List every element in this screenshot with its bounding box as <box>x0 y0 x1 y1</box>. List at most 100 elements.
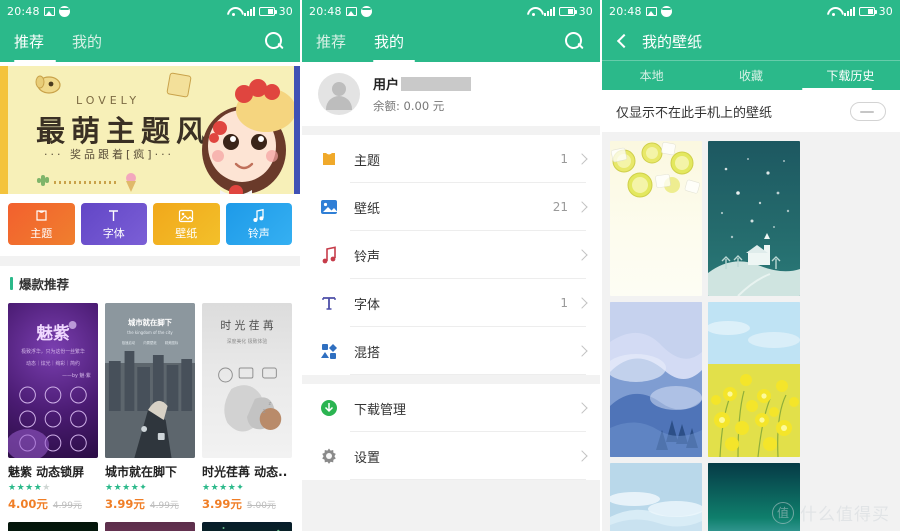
svg-text:魅紫: 魅紫 <box>36 323 69 343</box>
theme-rating: ★★★★✦ <box>202 483 245 493</box>
watermark: 值 什么值得买 <box>772 500 890 525</box>
banner-character-illustration <box>202 79 294 194</box>
menu-item-label: 主题 <box>354 153 381 169</box>
tab-local[interactable]: 本地 <box>602 67 701 84</box>
watermark-text: 什么值得买 <box>800 505 890 525</box>
tab-recommend[interactable]: 推荐 <box>14 31 44 54</box>
chevron-right-icon <box>576 450 588 462</box>
svg-text:极致浮华，只为这份一丝繁华: 极致浮华，只为这份一丝繁华 <box>21 348 85 355</box>
banner-decor-dog-icon <box>35 75 61 94</box>
profile-header[interactable]: 用户 余额: 0.00 元 <box>302 62 600 126</box>
status-bar-left: 20:48 <box>7 5 70 18</box>
row-divider <box>350 374 586 375</box>
battery-icon <box>258 6 277 16</box>
page-title: 我的壁纸 <box>642 32 703 51</box>
menu-item-label: 下载管理 <box>354 402 407 418</box>
promo-banner[interactable]: LOVELY 最萌主题风 ··· 奖品跟着[疯]··· <box>0 62 300 194</box>
menu-item-download-manager[interactable]: 下载管理 <box>302 384 600 432</box>
banner-decor-dots <box>54 181 118 184</box>
section-header-hot: 爆款推荐 <box>0 266 300 299</box>
theme-thumbnail: 魅紫 极致浮华，只为这份一丝繁华 动态｜炫光｜绚彩｜简约 ——by 魅·紫 <box>8 303 98 458</box>
category-theme[interactable]: 主题 <box>8 203 75 245</box>
app-bar-recommend: 推荐 我的 <box>0 22 300 62</box>
theme-thumbnail[interactable]: 魅之绿 <box>8 522 98 531</box>
search-icon[interactable] <box>564 31 586 53</box>
wallpaper-tab-bar: 本地 收藏 下载历史 <box>602 60 900 90</box>
menu-item-settings[interactable]: 设置 <box>302 432 600 480</box>
tab-mine[interactable]: 我的 <box>72 31 102 54</box>
tab-mine[interactable]: 我的 <box>374 31 404 54</box>
banner-prev-peek[interactable] <box>0 66 8 194</box>
wallpaper-thumb-snowy-field[interactable] <box>610 463 702 531</box>
menu-item-ringtone[interactable]: 铃声 <box>302 231 600 279</box>
tab-favorites[interactable]: 收藏 <box>701 67 800 84</box>
filter-toggle[interactable] <box>850 101 886 121</box>
banner-decor-icecream-icon <box>126 173 136 192</box>
profile-balance: 余额: 0.00 元 <box>373 99 445 113</box>
chevron-right-icon <box>576 249 588 261</box>
wallpaper-thumb-misty-forest[interactable] <box>610 302 702 457</box>
theme-card[interactable]: 城市就在脚下 the kingdom of the city 极速启动 内置壁纸… <box>105 303 195 512</box>
theme-thumbnail: 城市就在脚下 the kingdom of the city 极速启动 内置壁纸… <box>105 303 195 458</box>
tab-recommend[interactable]: 推荐 <box>316 31 346 54</box>
theme-price-row: 4.00元 4.99元 <box>8 496 98 512</box>
wallpaper-grid <box>602 132 900 531</box>
search-icon[interactable] <box>264 31 286 53</box>
profile-name-row: 用户 <box>373 74 472 93</box>
menu-item-font[interactable]: 字体 1 <box>302 279 600 327</box>
menu-item-theme[interactable]: 主题 1 <box>302 135 600 183</box>
theme-card-grid-row2: 魅之绿 动态双锁屏 <box>0 520 300 531</box>
music-icon <box>252 208 266 224</box>
bowl-icon <box>660 5 672 17</box>
text-icon <box>106 208 121 224</box>
picture-icon <box>43 6 55 16</box>
section-divider <box>0 256 300 266</box>
theme-card-grid: 魅紫 极致浮华，只为这份一丝繁华 动态｜炫光｜绚彩｜简约 ——by 魅·紫 魅紫… <box>0 299 300 520</box>
status-bar: 20:48 30 <box>302 0 600 22</box>
signal-icon <box>243 6 255 16</box>
theme-thumbnail[interactable] <box>202 522 292 531</box>
menu-group-content: 主题 1 壁纸 21 铃声 字体 1 混搭 <box>302 135 600 375</box>
section-title: 爆款推荐 <box>19 277 70 292</box>
watermark-logo: 值 <box>772 501 794 524</box>
theme-card[interactable]: 时 光 荏 苒 深度美化 极致体验 z z 时光荏苒 动态.. ★★★★✦ 3.… <box>202 303 292 512</box>
category-ringtone[interactable]: 铃声 <box>225 203 292 245</box>
svg-text:深度美化 极致体验: 深度美化 极致体验 <box>227 338 268 345</box>
svg-text:精美图标: 精美图标 <box>165 340 179 345</box>
theme-thumbnail: 时 光 荏 苒 深度美化 极致体验 z z <box>202 303 292 458</box>
svg-text:极速启动: 极速启动 <box>122 340 136 345</box>
menu-item-wallpaper[interactable]: 壁纸 21 <box>302 183 600 231</box>
music-icon <box>318 244 340 266</box>
wallpaper-thumb-rapeseed-flowers[interactable] <box>708 302 800 457</box>
wallpaper-thumb-starry-night[interactable] <box>708 141 800 296</box>
chevron-right-icon <box>576 402 588 414</box>
tab-download-history[interactable]: 下载历史 <box>801 67 900 84</box>
status-bar: 20:48 30 <box>0 0 300 22</box>
banner-main[interactable]: LOVELY 最萌主题风 ··· 奖品跟着[疯]··· <box>8 66 294 194</box>
svg-text:时 光 荏 苒: 时 光 荏 苒 <box>220 318 273 332</box>
menu-item-label: 混搭 <box>354 345 381 361</box>
download-icon <box>318 397 340 419</box>
menu-item-mix[interactable]: 混搭 <box>302 327 600 375</box>
bowl-icon <box>58 5 70 17</box>
chevron-right-icon <box>576 345 588 357</box>
theme-card[interactable]: 魅紫 极致浮华，只为这份一丝繁华 动态｜炫光｜绚彩｜简约 ——by 魅·紫 魅紫… <box>8 303 98 512</box>
theme-thumbnail[interactable]: 动态双锁屏 <box>105 522 195 531</box>
tab-active-indicator <box>373 59 415 62</box>
category-wallpaper-label: 壁纸 <box>175 226 198 240</box>
mix-icon <box>318 340 340 362</box>
category-font-label: 字体 <box>102 226 125 240</box>
banner-eyebrow: LOVELY <box>76 94 141 107</box>
category-font[interactable]: 字体 <box>80 203 147 245</box>
image-icon <box>318 196 340 218</box>
status-time: 20:48 <box>609 4 642 18</box>
tab-bar: 推荐 我的 <box>302 22 600 62</box>
battery-icon <box>558 6 577 16</box>
status-time: 20:48 <box>7 4 40 18</box>
svg-text:——by 魅·紫: ——by 魅·紫 <box>62 372 91 379</box>
text-icon <box>318 292 340 314</box>
back-chevron-icon[interactable] <box>614 33 630 49</box>
wallpaper-thumb-lemon[interactable] <box>610 141 702 296</box>
avatar[interactable] <box>318 73 360 115</box>
category-wallpaper[interactable]: 壁纸 <box>153 203 220 245</box>
